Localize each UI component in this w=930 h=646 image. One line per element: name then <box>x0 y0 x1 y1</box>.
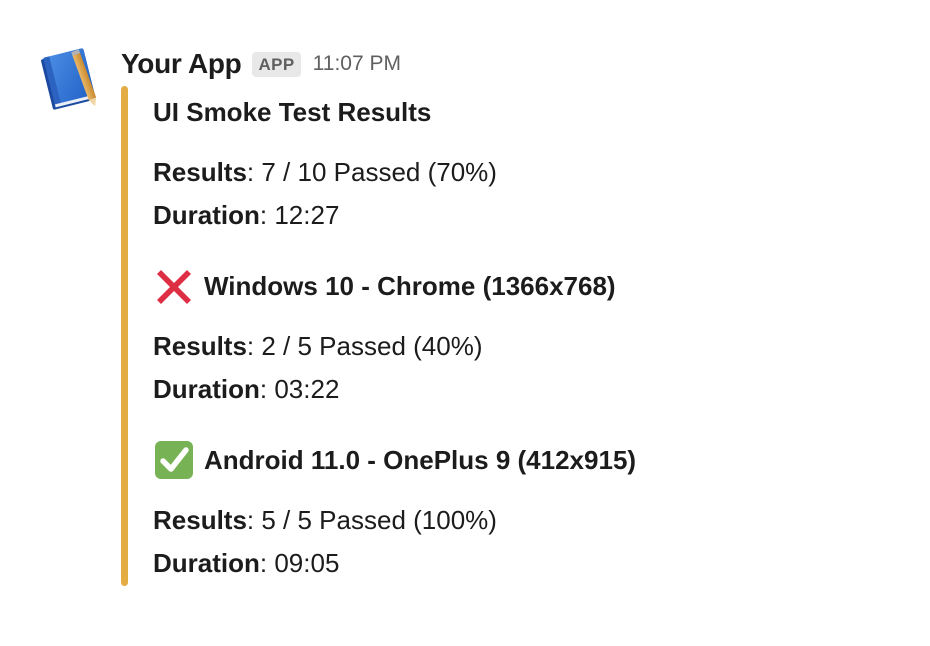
message-timestamp[interactable]: 11:07 PM <box>313 52 401 76</box>
results-value: : 2 / 5 Passed (40%) <box>246 331 483 361</box>
duration-value: : 09:05 <box>259 548 340 578</box>
duration-label: Duration <box>153 548 260 578</box>
duration-label: Duration <box>153 374 260 404</box>
section-title: Windows 10 - Chrome (1366x768) <box>204 270 616 301</box>
summary-results: Results: 7 / 10 Passed (70%) <box>153 151 893 194</box>
slack-message: Your App APP 11:07 PM UI Smoke Test Resu… <box>0 0 930 646</box>
summary-duration: Duration: 12:27 <box>153 194 893 237</box>
attachment-color-bar <box>121 86 128 586</box>
app-avatar-notebook-icon[interactable] <box>36 44 104 112</box>
results-label: Results <box>153 505 247 535</box>
duration-value: : 12:27 <box>259 200 340 230</box>
section-duration: Duration: 03:22 <box>153 368 893 411</box>
results-label: Results <box>153 157 247 187</box>
green-check-icon <box>153 439 195 481</box>
app-name[interactable]: Your App <box>121 48 242 80</box>
duration-label: Duration <box>153 200 260 230</box>
section-results: Results: 5 / 5 Passed (100%) <box>153 499 893 542</box>
attachment-body: UI Smoke Test Results Results: 7 / 10 Pa… <box>153 92 893 585</box>
section-title: Android 11.0 - OnePlus 9 (412x915) <box>204 444 637 475</box>
app-badge: APP <box>252 51 301 77</box>
red-x-icon <box>153 265 195 307</box>
duration-value: : 03:22 <box>259 374 340 404</box>
attachment-title: UI Smoke Test Results <box>153 97 432 127</box>
section-results: Results: 2 / 5 Passed (40%) <box>153 325 893 368</box>
message-header: Your App APP 11:07 PM <box>121 44 401 84</box>
section-heading-windows: Windows 10 - Chrome (1366x768) <box>153 263 893 309</box>
section-duration: Duration: 09:05 <box>153 542 893 585</box>
results-label: Results <box>153 331 247 361</box>
results-value: : 7 / 10 Passed (70%) <box>246 157 497 187</box>
section-heading-android: Android 11.0 - OnePlus 9 (412x915) <box>153 437 893 483</box>
results-value: : 5 / 5 Passed (100%) <box>246 505 497 535</box>
